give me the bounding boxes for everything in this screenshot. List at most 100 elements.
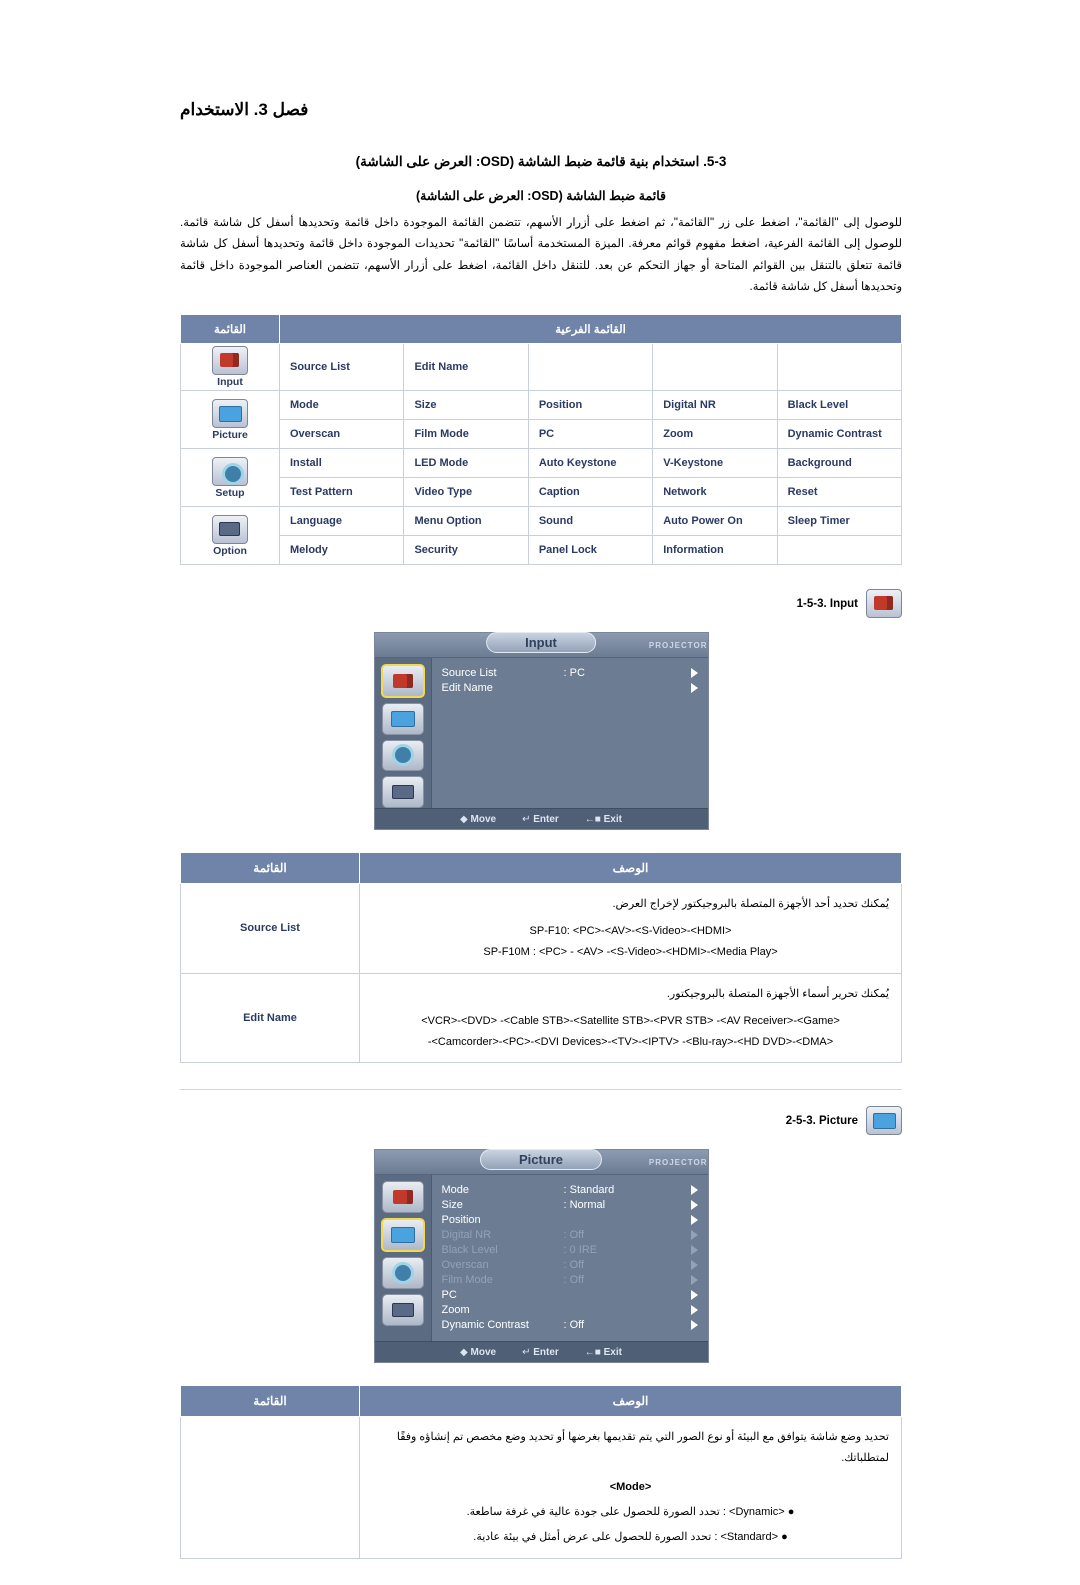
picture-icon bbox=[212, 398, 248, 428]
osd-menu-map-table: القائمة الفرعية القائمة Edit Name Source… bbox=[180, 314, 903, 566]
osd-icon-rail bbox=[374, 658, 432, 809]
osd-item[interactable]: Dynamic Contrast : Off bbox=[442, 1318, 702, 1332]
rail-setup-icon[interactable] bbox=[381, 739, 424, 772]
osd-item-name: Position bbox=[441, 1214, 481, 1227]
description-cell: يُمكنك تحديد أحد الأجهزة المتصلة بالبروج… bbox=[359, 883, 902, 974]
osd-item-name: Overscan bbox=[441, 1259, 489, 1272]
cell bbox=[527, 343, 654, 392]
osd-item[interactable]: Film Mode : Off bbox=[442, 1273, 702, 1287]
table-row: Edit Name Source List Input bbox=[180, 343, 903, 392]
osd-item[interactable]: Size : Normal bbox=[442, 1198, 702, 1212]
table-row: Information Panel Lock Security Melody bbox=[181, 535, 903, 566]
menu-icon-cell-setup: Setup bbox=[180, 448, 280, 508]
osd-screenshot-input: PROJECTOR Input Source List : PC Edit Na… bbox=[373, 632, 709, 831]
cell: Panel Lock bbox=[527, 535, 654, 566]
divider bbox=[180, 1089, 902, 1091]
input-icon bbox=[866, 589, 902, 619]
menu-icon-cell-picture: Picture bbox=[180, 390, 280, 450]
rail-option-icon[interactable] bbox=[381, 776, 424, 809]
cell: V-Keystone bbox=[652, 448, 778, 479]
osd-item-name: Dynamic Contrast bbox=[441, 1319, 529, 1332]
osd-item[interactable]: Zoom bbox=[442, 1303, 702, 1317]
osd-item[interactable]: Source List : PC bbox=[442, 666, 702, 680]
chevron-right-icon bbox=[690, 1290, 698, 1301]
mode-bullet-dynamic: ● <Dynamic> : تحدد الصورة للحصول على جود… bbox=[466, 1506, 795, 1519]
osd-item[interactable]: Black Level : 0 IRE bbox=[442, 1243, 702, 1257]
header-menu: القائمة bbox=[180, 314, 280, 345]
source-chain-f10m: SP-F10M : <PC> - <AV> -<S-Video>-<HDMI>-… bbox=[483, 945, 778, 958]
cell: Sound bbox=[527, 506, 654, 537]
edit-name-chain-1: <VCR>-<DVD> -<Cable STB>-<Satellite STB>… bbox=[421, 1014, 840, 1027]
icon-label: Option bbox=[213, 544, 247, 557]
osd-item-value: : Off bbox=[563, 1274, 585, 1287]
cell: Digital NR bbox=[652, 390, 778, 421]
osd-item-name: Digital NR bbox=[441, 1229, 492, 1242]
sub-section-title: قائمة ضبط الشاشة (OSD: العرض على الشاشة) bbox=[415, 189, 667, 203]
cell: Overscan bbox=[278, 419, 405, 450]
chevron-right-icon bbox=[690, 683, 698, 694]
osd-item[interactable]: PC bbox=[442, 1288, 702, 1302]
move-hint: ◆ Move bbox=[460, 1346, 497, 1358]
menu-name-edit-name: Edit Name bbox=[180, 972, 360, 1064]
picture-section-tag: 2-5-3. Picture bbox=[180, 1106, 902, 1136]
osd-item-name: Edit Name bbox=[441, 682, 493, 695]
cell: Mode bbox=[278, 390, 405, 421]
rail-option-icon[interactable] bbox=[381, 1294, 424, 1327]
cell: Film Mode bbox=[403, 419, 529, 450]
rail-setup-icon[interactable] bbox=[381, 1257, 424, 1290]
table-row: يُمكنك تحديد أحد الأجهزة المتصلة بالبروج… bbox=[180, 883, 902, 974]
osd-item-name: Black Level bbox=[441, 1244, 498, 1257]
input-section-label: 1-5-3. Input bbox=[796, 597, 858, 610]
table-row: Background V-Keystone Auto Keystone LED … bbox=[180, 448, 903, 508]
rail-input-icon[interactable] bbox=[381, 1181, 424, 1214]
osd-item[interactable]: Overscan : Off bbox=[442, 1258, 702, 1272]
cell: Sleep Timer bbox=[776, 506, 903, 537]
cell: Information bbox=[652, 535, 778, 566]
document-page: فصل 3. الاستخدام 5-3. استخدام بنية قائمة… bbox=[0, 0, 1080, 1559]
enter-hint: ↵ Enter bbox=[522, 1346, 559, 1358]
osd-title: Picture bbox=[479, 1149, 603, 1171]
header-submenu: القائمة الفرعية bbox=[279, 314, 902, 345]
table-row: تحديد وضع شاشة يتوافق مع البيئة أو نوع ا… bbox=[180, 1416, 902, 1559]
cell: Size bbox=[403, 390, 529, 421]
description-cell: يُمكنك تحرير أسماء الأجهزة المتصلة بالبر… bbox=[359, 972, 902, 1064]
menu-icon-cell-input: Input bbox=[180, 343, 280, 392]
osd-item-value: : PC bbox=[563, 667, 585, 680]
cell: Security bbox=[403, 535, 529, 566]
chevron-right-icon bbox=[690, 668, 698, 679]
input-description-table: الوصف القائمة يُمكنك تحديد أحد الأجهزة ا… bbox=[180, 852, 902, 1064]
chevron-right-icon bbox=[690, 1230, 698, 1241]
table-row: Black Level Digital NR Position Size Mod… bbox=[180, 390, 903, 450]
osd-item-name: Zoom bbox=[441, 1304, 470, 1317]
cell: Test Pattern bbox=[278, 477, 405, 508]
menu-icon-cell-option: Option bbox=[180, 506, 280, 566]
chevron-right-icon bbox=[690, 1260, 698, 1271]
header-menu: القائمة bbox=[180, 852, 360, 885]
edit-name-chain-2: -<Camcorder>-<PC>-<DVI Devices>-<TV>-<IP… bbox=[427, 1035, 834, 1048]
cell bbox=[776, 535, 903, 566]
osd-item-name: Source List bbox=[441, 667, 497, 680]
rail-input-icon[interactable] bbox=[380, 664, 425, 698]
osd-item[interactable]: Position bbox=[442, 1213, 702, 1227]
description-cell: تحديد وضع شاشة يتوافق مع البيئة أو نوع ا… bbox=[359, 1416, 902, 1559]
cell: Network bbox=[652, 477, 778, 508]
table-header-row: القائمة الفرعية القائمة bbox=[180, 314, 902, 345]
header-description: الوصف bbox=[359, 1385, 902, 1418]
osd-item-value: : Normal bbox=[563, 1199, 606, 1212]
osd-item-name: Film Mode bbox=[441, 1274, 493, 1287]
rail-picture-icon[interactable] bbox=[381, 702, 424, 735]
exit-hint: ←■ Exit bbox=[584, 1346, 622, 1358]
osd-item[interactable]: Mode : Standard bbox=[442, 1183, 702, 1197]
osd-item-name: PC bbox=[441, 1289, 457, 1302]
chevron-right-icon bbox=[690, 1200, 698, 1211]
rail-picture-icon[interactable] bbox=[380, 1218, 425, 1253]
osd-item[interactable]: Digital NR : Off bbox=[442, 1228, 702, 1242]
osd-item-value: : 0 IRE bbox=[563, 1244, 598, 1257]
table-header-row: الوصف القائمة bbox=[180, 852, 902, 885]
description-text: يُمكنك تحديد أحد الأجهزة المتصلة بالبروج… bbox=[612, 898, 890, 911]
osd-item[interactable]: Edit Name bbox=[442, 681, 702, 695]
cell: Zoom bbox=[652, 419, 778, 450]
cell: Install bbox=[278, 448, 405, 479]
cell: Auto Keystone bbox=[527, 448, 654, 479]
cell: LED Mode bbox=[403, 448, 529, 479]
